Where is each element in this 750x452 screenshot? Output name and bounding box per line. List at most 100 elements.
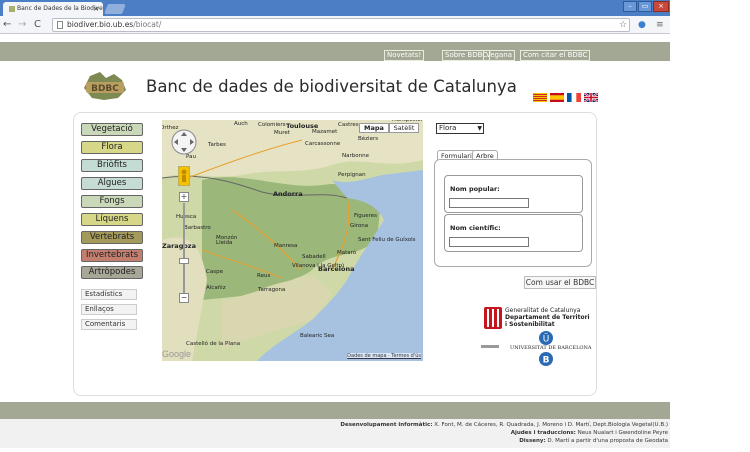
link-com-citar[interactable]: Com citar el BDBC	[520, 50, 591, 61]
link-vegana[interactable]: Vegana	[483, 50, 516, 61]
new-tab-button[interactable]	[104, 4, 126, 14]
address-bar[interactable]: biodiver.bio.ub.es/biocat/	[52, 18, 630, 32]
link-enllacos[interactable]: Enllaços	[81, 304, 137, 315]
map-place-label: Balearic Sea	[300, 333, 335, 339]
map-place-label: Colomiers	[258, 122, 286, 128]
map-place-label: Mataró	[337, 250, 357, 256]
close-window-button[interactable]: ×	[653, 1, 669, 12]
map-place-label: Tarragona	[258, 287, 286, 293]
forward-icon[interactable]: →	[18, 18, 26, 32]
tab-close-icon[interactable]: ×	[93, 2, 99, 16]
map-place-label: Castres	[338, 122, 359, 128]
link-novetats[interactable]: Novetats!	[384, 50, 425, 61]
star-icon[interactable]: ☆	[619, 19, 627, 31]
ub-b-icon: B	[539, 352, 553, 366]
map-place-label: Narbonne	[342, 153, 369, 159]
ub-u-icon: Ü	[539, 331, 553, 345]
map-place-label: Barbastro	[184, 225, 211, 231]
map-place-label: Girona	[350, 223, 369, 229]
gencat-shield-icon	[484, 307, 502, 329]
site-title: Banc de dades de biodiversitat de Catalu…	[146, 77, 517, 96]
map-place-label: Auch	[234, 121, 248, 127]
scientific-name-label: Nom científic:	[450, 224, 501, 232]
map-place-label: Carcassonne	[305, 141, 341, 147]
maximize-button[interactable]: ▭	[638, 1, 652, 12]
category-button[interactable]: Flora	[81, 141, 143, 154]
zoom-out-button[interactable]: −	[179, 293, 189, 303]
common-name-group: Nom popular:	[444, 175, 583, 213]
page-icon	[57, 21, 63, 29]
category-button[interactable]: Líquens	[81, 213, 143, 226]
menu-icon[interactable]: ≡	[656, 19, 664, 31]
map-place-label: Figueres	[354, 213, 378, 219]
map-place-label: Muret	[274, 130, 290, 136]
tab-title: Banc de Dades de la Biodive	[17, 5, 103, 12]
map-place-label: Tarbes	[208, 142, 226, 148]
category-button[interactable]: Briòfits	[81, 159, 143, 172]
uk-flag-icon[interactable]	[584, 93, 598, 102]
url-host: biodiver.bio.ub.es	[67, 20, 134, 29]
ub-emblem-icon	[481, 345, 499, 348]
category-button[interactable]: Artròpodes	[81, 266, 143, 279]
category-button[interactable]: Fongs	[81, 195, 143, 208]
back-icon[interactable]: ←	[3, 18, 11, 32]
map-type-satelit-button[interactable]: Satèlit	[389, 123, 419, 133]
svg-text:B: B	[543, 356, 550, 366]
url-path: /biocat/	[133, 20, 162, 29]
ub-logo[interactable]: Ü UNIVERSITAT DE BARCELONA B	[481, 331, 592, 367]
spanish-flag-icon[interactable]	[550, 93, 564, 102]
link-comentaris[interactable]: Comentaris	[81, 319, 137, 330]
minimize-button[interactable]: –	[623, 1, 637, 12]
group-select-value: Flora	[439, 124, 457, 132]
svg-text:BDBC: BDBC	[91, 84, 119, 94]
zoom-slider-track[interactable]	[183, 203, 185, 293]
browser-toolbar: ← → C biodiver.bio.ub.es/biocat/ ☆ ● ≡	[0, 16, 670, 34]
footer-credits-dev: Desenvolupament informàtic: X. Font, M. …	[340, 422, 668, 428]
reload-icon[interactable]: C	[34, 18, 41, 32]
map-place-label: Monzón	[216, 235, 238, 241]
link-estadistics[interactable]: Estadístics	[81, 289, 137, 300]
svg-text:Ü: Ü	[543, 334, 550, 345]
category-button[interactable]: Algues	[81, 177, 143, 190]
map-place-label: Reus	[257, 273, 271, 279]
map-place-label: Mazamet	[312, 129, 338, 135]
map-place-label: Sabadell	[302, 254, 326, 260]
map-attribution[interactable]: Dades de mapa · Termes d'ús	[347, 353, 421, 359]
map-place-label: Caspe	[206, 269, 223, 275]
gencat-logo[interactable]: Generalitat de Catalunya Departament de …	[484, 307, 592, 333]
group-select[interactable]: Flora ▼	[436, 123, 484, 134]
footer-credits-design: Disseny: D. Martí a partir d'una propost…	[519, 438, 668, 444]
street-view-pegman-icon[interactable]	[178, 166, 190, 186]
gencat-line2: Departament de Territori	[505, 314, 590, 321]
favicon-icon	[9, 5, 15, 12]
map-place-label: Perpignan	[338, 172, 366, 178]
extension-icon[interactable]: ●	[638, 19, 646, 31]
chevron-down-icon: ▼	[477, 125, 482, 132]
catalan-flag-icon[interactable]	[533, 93, 547, 102]
map-type-mapa-button[interactable]: Mapa	[359, 123, 389, 133]
zoom-in-button[interactable]: +	[179, 192, 189, 202]
map-view[interactable]: Toulouse Castres Colomiers Montpellier Auch M…	[162, 120, 423, 361]
map-place-label: Zaragoza	[162, 242, 196, 250]
french-flag-icon[interactable]	[567, 93, 581, 102]
footer-credits-translation: Ajudes i traduccions: Neus Nualart i Gwe…	[510, 430, 668, 436]
common-name-input[interactable]	[449, 198, 529, 208]
common-name-label: Nom popular:	[450, 185, 500, 193]
map-place-label: Vilanova i la Geltrú	[292, 263, 345, 269]
gencat-line1: Generalitat de Catalunya	[505, 307, 581, 314]
browser-tab[interactable]: Banc de Dades de la Biodive ×	[3, 2, 103, 16]
pan-control-icon[interactable]	[170, 128, 198, 156]
category-button[interactable]: Vertebrats	[81, 231, 143, 244]
category-button[interactable]: Vegetació	[81, 123, 143, 136]
map-place-label: Andorra	[273, 190, 303, 198]
map-place-label: Manresa	[274, 243, 298, 249]
gencat-line3: i Sostenibilitat	[505, 321, 555, 328]
map-place-label: Alcañiz	[206, 285, 226, 291]
ub-text: UNIVERSITAT DE BARCELONA	[510, 345, 592, 351]
map-place-label: Castelló de la Plana	[186, 341, 241, 347]
zoom-slider-handle[interactable]	[179, 258, 189, 264]
scientific-name-input[interactable]	[449, 237, 529, 247]
category-button[interactable]: Invertebrats	[81, 249, 143, 262]
how-to-use-button[interactable]: Com usar el BDBC	[524, 276, 596, 289]
map-place-label: Sant Feliu de Guíxols	[358, 237, 416, 243]
